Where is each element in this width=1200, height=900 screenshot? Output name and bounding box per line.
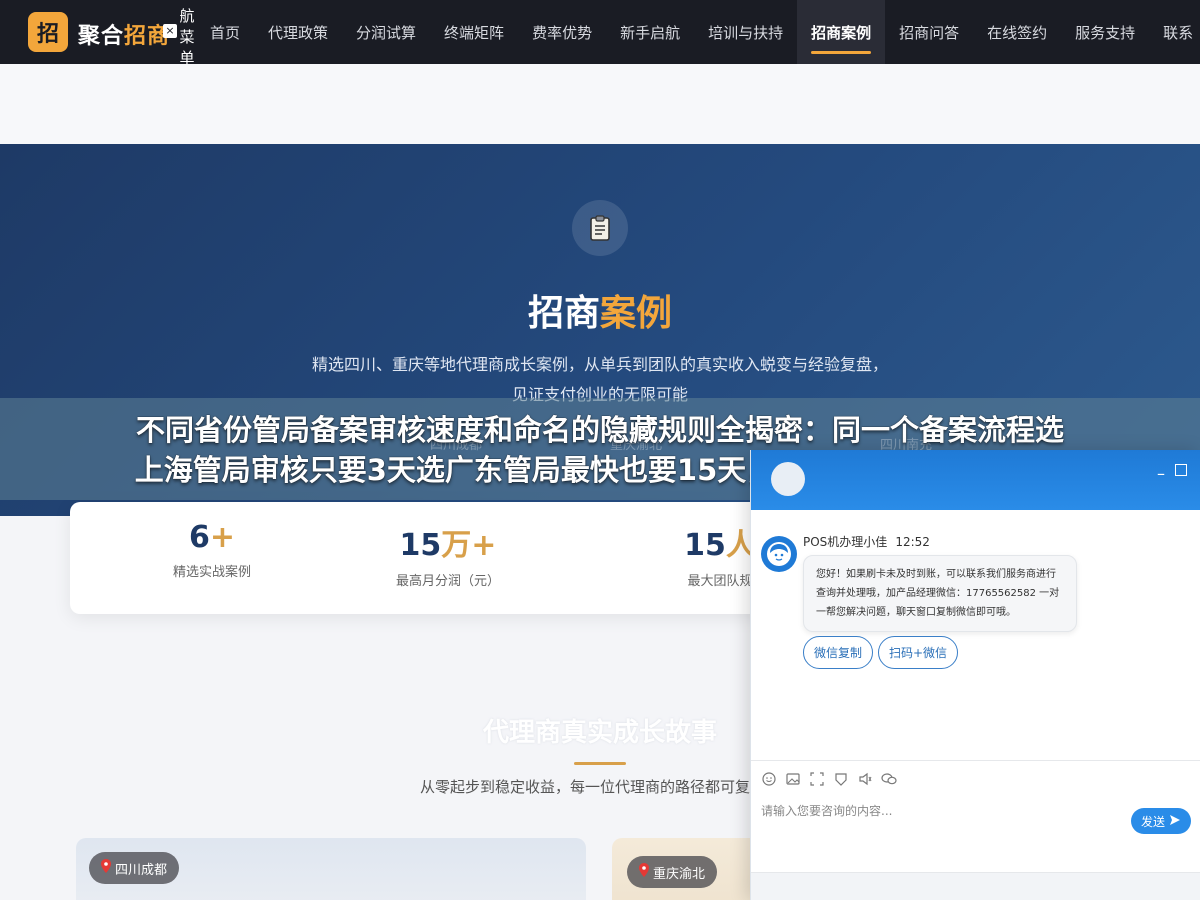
story-card[interactable]: 四川成都 (76, 838, 586, 900)
stat-label: 最高月分润（元） (395, 574, 500, 589)
stat-suffix: + (209, 520, 235, 555)
location-tag: 四川成都 (89, 852, 180, 884)
stat-profit: 15万+ 最高月分润（元） (328, 520, 568, 589)
chat-avatar (771, 462, 805, 496)
stats-card: 6+ 精选实战案例 15万+ 最高月分润（元） 15人 最大团队规 (70, 502, 770, 614)
stat-number: 15 (684, 528, 726, 563)
image-icon[interactable] (785, 771, 801, 787)
nav-item-training[interactable]: 培训与扶持 (694, 0, 797, 64)
top-nav: 招 聚合招商 × 航菜单 首页 代理政策 分润试算 终端矩阵 费率优势 新手启航… (0, 0, 1200, 67)
emoji-icon[interactable] (761, 771, 777, 787)
minimize-icon[interactable]: – (1157, 464, 1165, 483)
stat-value: 15万+ (328, 520, 568, 564)
nav-menu-label[interactable]: 航菜单 (178, 6, 196, 69)
maximize-icon[interactable] (1175, 464, 1187, 476)
title-accent: 案例 (600, 293, 673, 334)
stat-label: 精选实战案例 (172, 565, 251, 580)
stat-number: 6 (188, 520, 210, 555)
nav-item-beginner[interactable]: 新手启航 (606, 0, 694, 64)
logo-icon[interactable]: 招 (28, 12, 68, 52)
nav-items: 首页 代理政策 分润试算 终端矩阵 费率优势 新手启航 培训与扶持 招商案例 招… (196, 0, 1200, 64)
message-time: 12:52 (895, 535, 930, 549)
pin-icon (101, 859, 111, 877)
nav-item-contact[interactable]: 联系 (1149, 0, 1200, 64)
clipboard-icon (572, 200, 628, 256)
nav-item-support[interactable]: 服务支持 (1061, 0, 1149, 64)
location-tag: 重庆渝北 (627, 856, 718, 888)
nav-item-faq[interactable]: 招商问答 (885, 0, 973, 64)
nav-item-profit-calc[interactable]: 分润试算 (342, 0, 430, 64)
stat-unit: 万 (441, 528, 472, 563)
stat-value: 6+ (92, 520, 332, 555)
page-title: 招商案例 (0, 284, 1200, 336)
location-label: 四川成都 (115, 862, 168, 878)
overlay-line1: 不同省份管局备案审核速度和命名的隐藏规则全揭密：同一个备案流程选 (135, 413, 1064, 447)
nav-item-agent-policy[interactable]: 代理政策 (254, 0, 342, 64)
stat-cases: 6+ 精选实战案例 (92, 520, 332, 580)
nav-item-terminals[interactable]: 终端矩阵 (430, 0, 518, 64)
nav-item-sign[interactable]: 在线签约 (973, 0, 1061, 64)
location-label: 重庆渝北 (653, 866, 706, 882)
stat-number: 15 (399, 528, 442, 563)
brand-prefix: 聚合 (78, 24, 125, 49)
send-icon (1169, 814, 1181, 829)
pin-icon (639, 863, 649, 881)
agent-avatar (761, 536, 797, 572)
chat-widget: – POS机办理小佳 12:52 您好！如果刷卡未及时到账，可以联系我们服务商进行… (750, 450, 1200, 900)
agent-meta: POS机办理小佳 12:52 (803, 533, 930, 550)
top-spacer (0, 64, 1200, 144)
agent-name: POS机办理小佳 (803, 535, 888, 549)
chat-toolbar (751, 760, 1200, 796)
chat-bubbles-icon[interactable] (881, 771, 897, 787)
brand-name[interactable]: 聚合招商 (78, 18, 170, 50)
hero-subtitle-line1: 精选四川、重庆等地代理商成长案例，从单兵到团队的真实收入蜕变与经验复盘， (311, 355, 888, 374)
scan-wechat-button[interactable]: 扫码+微信 (878, 636, 959, 669)
chat-footer (751, 872, 1200, 900)
close-icon[interactable]: × (163, 24, 177, 38)
message-bubble: 您好！如果刷卡未及时到账，可以联系我们服务商进行查询并处理哦，加产品经理微信：1… (803, 555, 1077, 632)
voice-icon[interactable] (857, 771, 873, 787)
chat-input[interactable] (761, 800, 1121, 822)
nav-item-rates[interactable]: 费率优势 (518, 0, 606, 64)
copy-wechat-button[interactable]: 微信复制 (803, 636, 874, 669)
nav-item-cases[interactable]: 招商案例 (797, 0, 886, 64)
nav-item-home[interactable]: 首页 (196, 0, 254, 64)
story-card[interactable]: 重庆渝北 (612, 838, 772, 900)
rating-icon[interactable] (833, 771, 849, 787)
title-prefix: 招商 (527, 293, 600, 334)
send-label: 发送 (1140, 814, 1165, 829)
stat-suffix: + (471, 528, 497, 563)
title-divider (574, 762, 626, 765)
send-button[interactable]: 发送 (1131, 808, 1191, 834)
screenshot-icon[interactable] (809, 771, 825, 787)
chat-header: – (751, 450, 1200, 510)
